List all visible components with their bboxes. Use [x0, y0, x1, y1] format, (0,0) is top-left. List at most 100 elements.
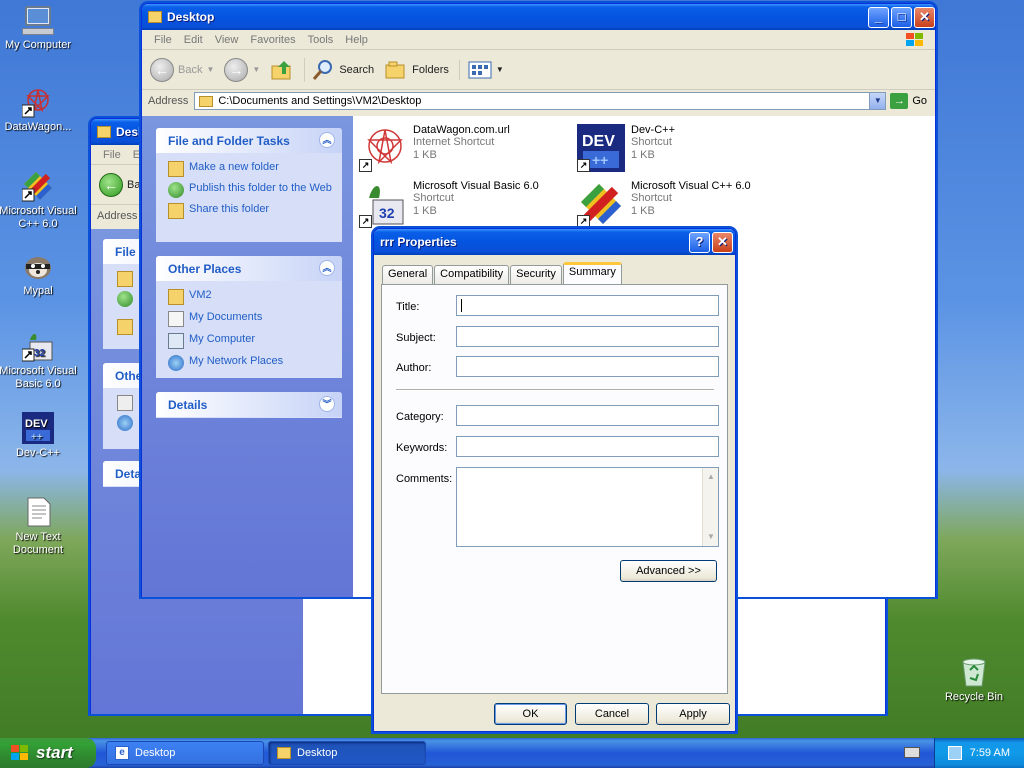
place-my-documents[interactable]: My Documents [156, 311, 342, 327]
folder-icon [168, 289, 184, 305]
explorer-icon: e [115, 746, 129, 760]
ok-button[interactable]: OK [494, 703, 567, 725]
menu-file[interactable]: File [148, 34, 178, 46]
desktop-icon-visual-cpp[interactable]: Microsoft Visual C++ 6.0 [0, 170, 78, 231]
datawagon-icon [21, 86, 54, 118]
desktop-icon-datawagon[interactable]: DataWagon... [0, 86, 78, 134]
menu-tools[interactable]: Tools [302, 34, 340, 46]
svg-text:DEV: DEV [582, 133, 615, 150]
folder-icon [199, 95, 214, 107]
file-item-dev-cpp[interactable]: DEV ++ ↗ Dev-C++ Shortcut 1 KB [577, 124, 787, 172]
folders-button[interactable]: Folders [384, 58, 449, 82]
visual-basic-icon: 32 [21, 330, 54, 362]
forward-button[interactable]: → ▼ [224, 57, 260, 82]
visual-cpp-icon [21, 170, 54, 202]
desktop-icon-dev-cpp[interactable]: DEV ++ Dev-C++ [0, 412, 78, 460]
file-item-visual-cpp[interactable]: ↗ Microsoft Visual C++ 6.0 Shortcut 1 KB [577, 180, 787, 228]
dialog-titlebar[interactable]: rrr Properties ? ✕ [374, 229, 735, 255]
explorer-titlebar[interactable]: Desktop _ □ ✕ [142, 4, 935, 30]
menu-view[interactable]: View [209, 34, 245, 46]
other-places-header[interactable]: Other Places ︽ [156, 256, 342, 281]
collapse-icon[interactable]: ︽ [319, 132, 335, 148]
place-my-computer[interactable]: My Computer [156, 333, 342, 349]
place-vm2[interactable]: VM2 [156, 289, 342, 305]
dialog-close-button[interactable]: ✕ [712, 232, 733, 253]
tab-security[interactable]: Security [510, 265, 562, 284]
scroll-up-icon[interactable]: ▲ [704, 469, 718, 485]
apply-button[interactable]: Apply [656, 703, 730, 725]
svg-text:++: ++ [592, 152, 608, 168]
go-button[interactable]: → Go [890, 93, 927, 109]
keywords-input[interactable] [456, 436, 719, 457]
collapse-icon[interactable]: ︽ [319, 260, 335, 276]
start-button[interactable]: start [0, 738, 96, 768]
views-icon [468, 61, 492, 78]
desktop-icon-mypal[interactable]: Mypal [0, 250, 78, 298]
file-folder-tasks-header[interactable]: File and Folder Tasks ︽ [156, 128, 342, 153]
author-input[interactable] [456, 356, 719, 377]
taskbar-task-desktop-1[interactable]: e Desktop [106, 741, 264, 765]
back-arrow-icon: ← [150, 57, 174, 82]
comments-textarea[interactable]: ▲ ▼ [456, 467, 719, 547]
tab-compatibility[interactable]: Compatibility [434, 265, 510, 284]
details-header[interactable]: Details ︾ [156, 392, 342, 417]
task-make-new-folder[interactable]: Make a new folder [156, 161, 342, 177]
cancel-button[interactable]: Cancel [575, 703, 649, 725]
subject-input[interactable] [456, 326, 719, 347]
desktop-icon-recycle-bin[interactable]: Recycle Bin [934, 656, 1014, 704]
address-bar: Address C:\Documents and Settings\VM2\De… [142, 90, 935, 112]
close-button[interactable]: ✕ [914, 7, 935, 28]
network-status-icon[interactable] [947, 746, 962, 760]
network-icon [168, 355, 184, 371]
menu-edit[interactable]: Edit [178, 34, 209, 46]
visual-basic-icon: 32 ↗ [359, 180, 407, 228]
search-icon [313, 59, 333, 80]
visual-cpp-icon: ↗ [577, 180, 625, 228]
category-input[interactable] [456, 405, 719, 426]
views-button[interactable]: ▼ [458, 59, 504, 80]
svg-text:32: 32 [379, 205, 395, 221]
comments-scrollbar[interactable]: ▲ ▼ [702, 468, 718, 546]
help-button[interactable]: ? [689, 232, 710, 253]
address-dropdown-button[interactable]: ▼ [869, 93, 886, 109]
globe-icon [117, 291, 133, 307]
back-arrow-icon: ← [99, 172, 123, 197]
place-my-network-places[interactable]: My Network Places [156, 355, 342, 371]
search-button[interactable]: Search [304, 57, 374, 82]
desktop-icon-text-document[interactable]: New Text Document [0, 496, 78, 557]
advanced-button[interactable]: Advanced >> [620, 560, 717, 582]
keyboard-icon[interactable] [904, 747, 920, 758]
clock[interactable]: 7:59 AM [970, 747, 1010, 759]
folder-icon [277, 747, 291, 759]
back-window-back-button[interactable]: ← Ba [99, 172, 140, 197]
tab-summary[interactable]: Summary [562, 262, 622, 285]
task-publish-to-web[interactable]: Publish this folder to the Web [156, 182, 342, 198]
taskbar-task-desktop-2[interactable]: Desktop [268, 741, 426, 765]
address-input[interactable]: C:\Documents and Settings\VM2\Desktop ▼ [194, 92, 887, 110]
minimize-button[interactable]: _ [868, 7, 889, 28]
details-box: Details ︾ [156, 392, 342, 418]
expand-icon[interactable]: ︾ [319, 396, 335, 412]
shortcut-arrow-icon: ↗ [577, 159, 590, 172]
taskbar: start e Desktop Desktop 7:59 AM [0, 738, 1024, 768]
dev-cpp-icon: DEV ++ ↗ [577, 124, 625, 172]
back-button[interactable]: ← Back ▼ [150, 57, 214, 82]
menu-file[interactable]: File [97, 149, 127, 161]
up-folder-button[interactable] [270, 58, 294, 82]
desktop-icon-visual-basic[interactable]: 32 Microsoft Visual Basic 6.0 [0, 330, 78, 391]
file-item-datawagon[interactable]: ↗ DataWagon.com.url Internet Shortcut 1 … [359, 124, 569, 172]
title-input[interactable] [456, 295, 719, 316]
scroll-down-icon[interactable]: ▼ [704, 529, 718, 545]
desktop-icon-my-computer[interactable]: My Computer [0, 4, 78, 52]
menu-favorites[interactable]: Favorites [244, 34, 301, 46]
divider [396, 389, 714, 391]
tab-general[interactable]: General [382, 265, 434, 284]
properties-dialog[interactable]: rrr Properties ? ✕ General Compatibility… [373, 228, 736, 732]
maximize-button[interactable]: □ [891, 7, 912, 28]
menu-help[interactable]: Help [339, 34, 374, 46]
share-folder-icon [117, 319, 133, 335]
file-item-visual-basic[interactable]: 32 ↗ Microsoft Visual Basic 6.0 Shortcut… [359, 180, 569, 228]
text-cursor [461, 299, 462, 312]
task-share-folder[interactable]: Share this folder [156, 203, 342, 219]
documents-icon [117, 395, 133, 411]
